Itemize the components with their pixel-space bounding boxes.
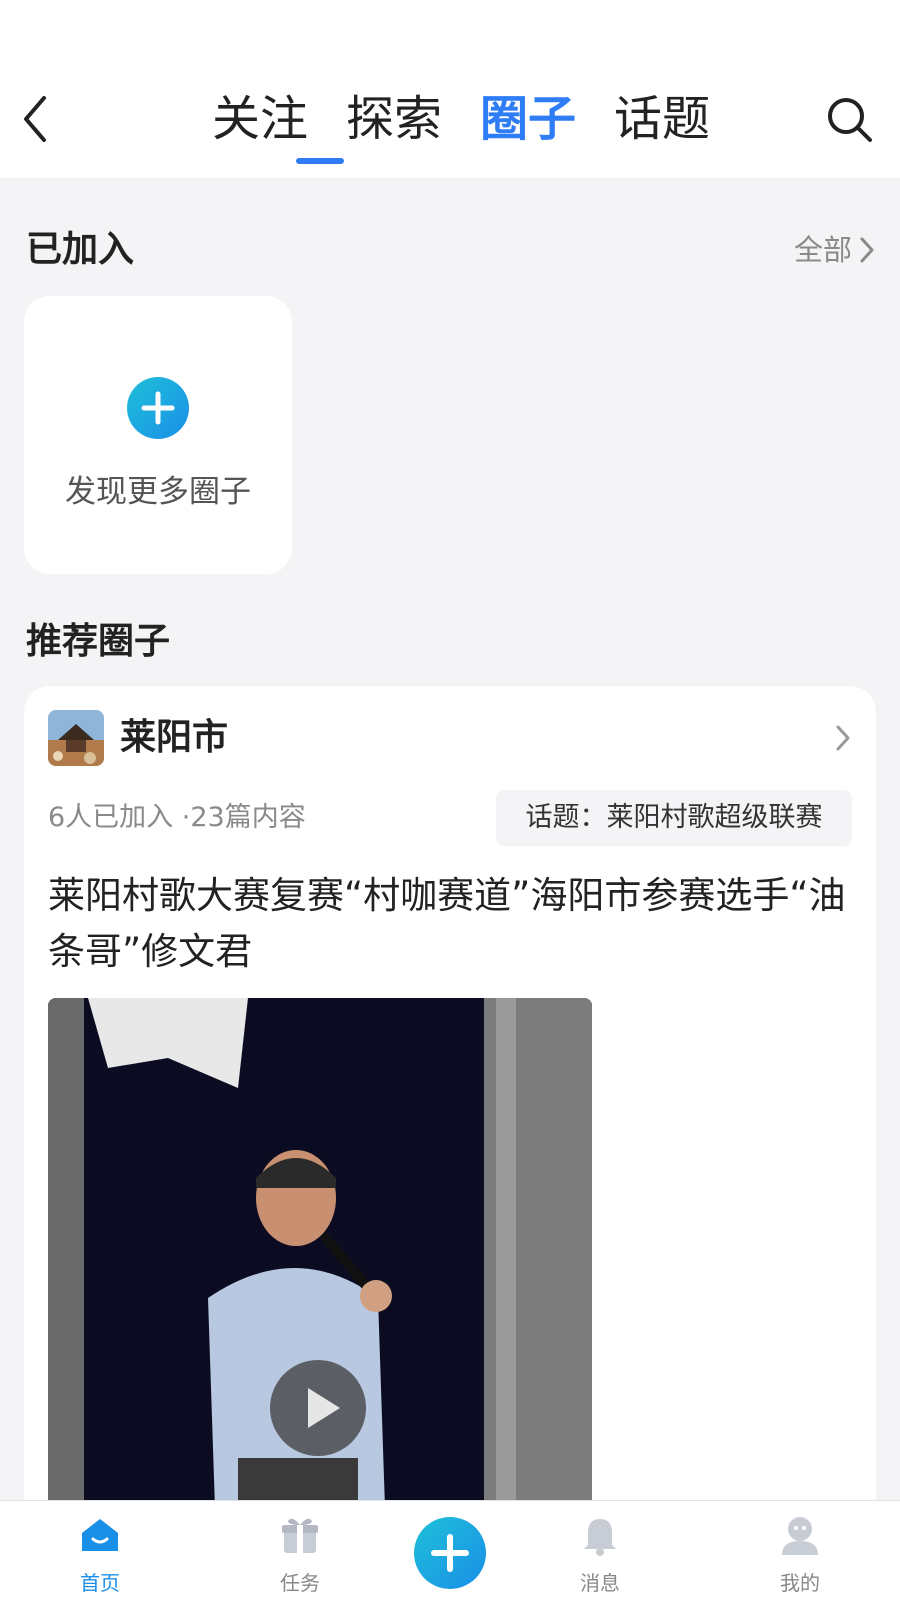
search-icon	[828, 98, 872, 142]
circle-card: 莱阳市 6人已加入 ·23篇内容 话题：莱阳村歌超级联赛 莱阳村歌大赛复赛“村咖…	[24, 686, 876, 1600]
plus-icon	[127, 377, 189, 439]
discover-more-circles-card[interactable]: 发现更多圈子	[24, 296, 292, 574]
tab-explore[interactable]: 探索	[346, 84, 442, 154]
joined-title: 已加入	[26, 229, 135, 270]
view-all-label: 全部	[793, 233, 852, 267]
circle-avatar	[48, 710, 104, 766]
home-icon	[82, 1519, 118, 1551]
nav-messages-label: 消息	[580, 1571, 620, 1595]
bottom-nav-bar: 首页 任务 消息 我的	[0, 1500, 900, 1600]
user-icon	[782, 1517, 818, 1555]
recommended-title: 推荐圈子	[26, 621, 171, 662]
play-icon	[270, 1360, 366, 1456]
tab-bar: 关注 探索 圈子 话题	[212, 84, 748, 154]
circle-header[interactable]: 莱阳市	[48, 710, 852, 766]
active-tab-indicator	[296, 158, 344, 164]
chevron-left-icon	[24, 96, 46, 142]
joined-section-header: 已加入 全部	[26, 222, 876, 278]
tab-circles[interactable]: 圈子	[480, 84, 576, 154]
chevron-right-icon	[860, 237, 874, 263]
status-bar	[0, 0, 900, 62]
nav-tasks[interactable]: 任务	[250, 1513, 350, 1599]
nav-me-label: 我的	[780, 1571, 820, 1595]
post-title[interactable]: 莱阳村歌大赛复赛“村咖赛道”海阳市参赛选手“油条哥”修文君	[48, 868, 856, 980]
topic-tag[interactable]: 话题：莱阳村歌超级联赛	[496, 790, 852, 846]
gift-icon	[282, 1518, 318, 1553]
view-all-link[interactable]: 全部	[794, 222, 876, 278]
circle-name: 莱阳市	[120, 717, 229, 758]
circle-stats: 6人已加入 ·23篇内容	[48, 802, 306, 833]
plus-icon	[431, 1534, 469, 1572]
back-button[interactable]	[18, 92, 58, 146]
chevron-right-icon	[836, 725, 850, 751]
nav-home-label: 首页	[80, 1571, 120, 1595]
publish-button[interactable]	[414, 1517, 486, 1589]
bell-icon	[584, 1519, 616, 1556]
nav-home[interactable]: 首页	[50, 1513, 150, 1599]
discover-more-label: 发现更多圈子	[65, 474, 251, 510]
search-button[interactable]	[822, 92, 878, 148]
nav-messages[interactable]: 消息	[550, 1513, 650, 1599]
tab-follow[interactable]: 关注	[212, 84, 308, 154]
top-nav: 关注 探索 圈子 话题	[0, 62, 900, 178]
tab-topics[interactable]: 话题	[614, 84, 710, 154]
nav-me[interactable]: 我的	[750, 1513, 850, 1599]
nav-tasks-label: 任务	[280, 1571, 320, 1595]
